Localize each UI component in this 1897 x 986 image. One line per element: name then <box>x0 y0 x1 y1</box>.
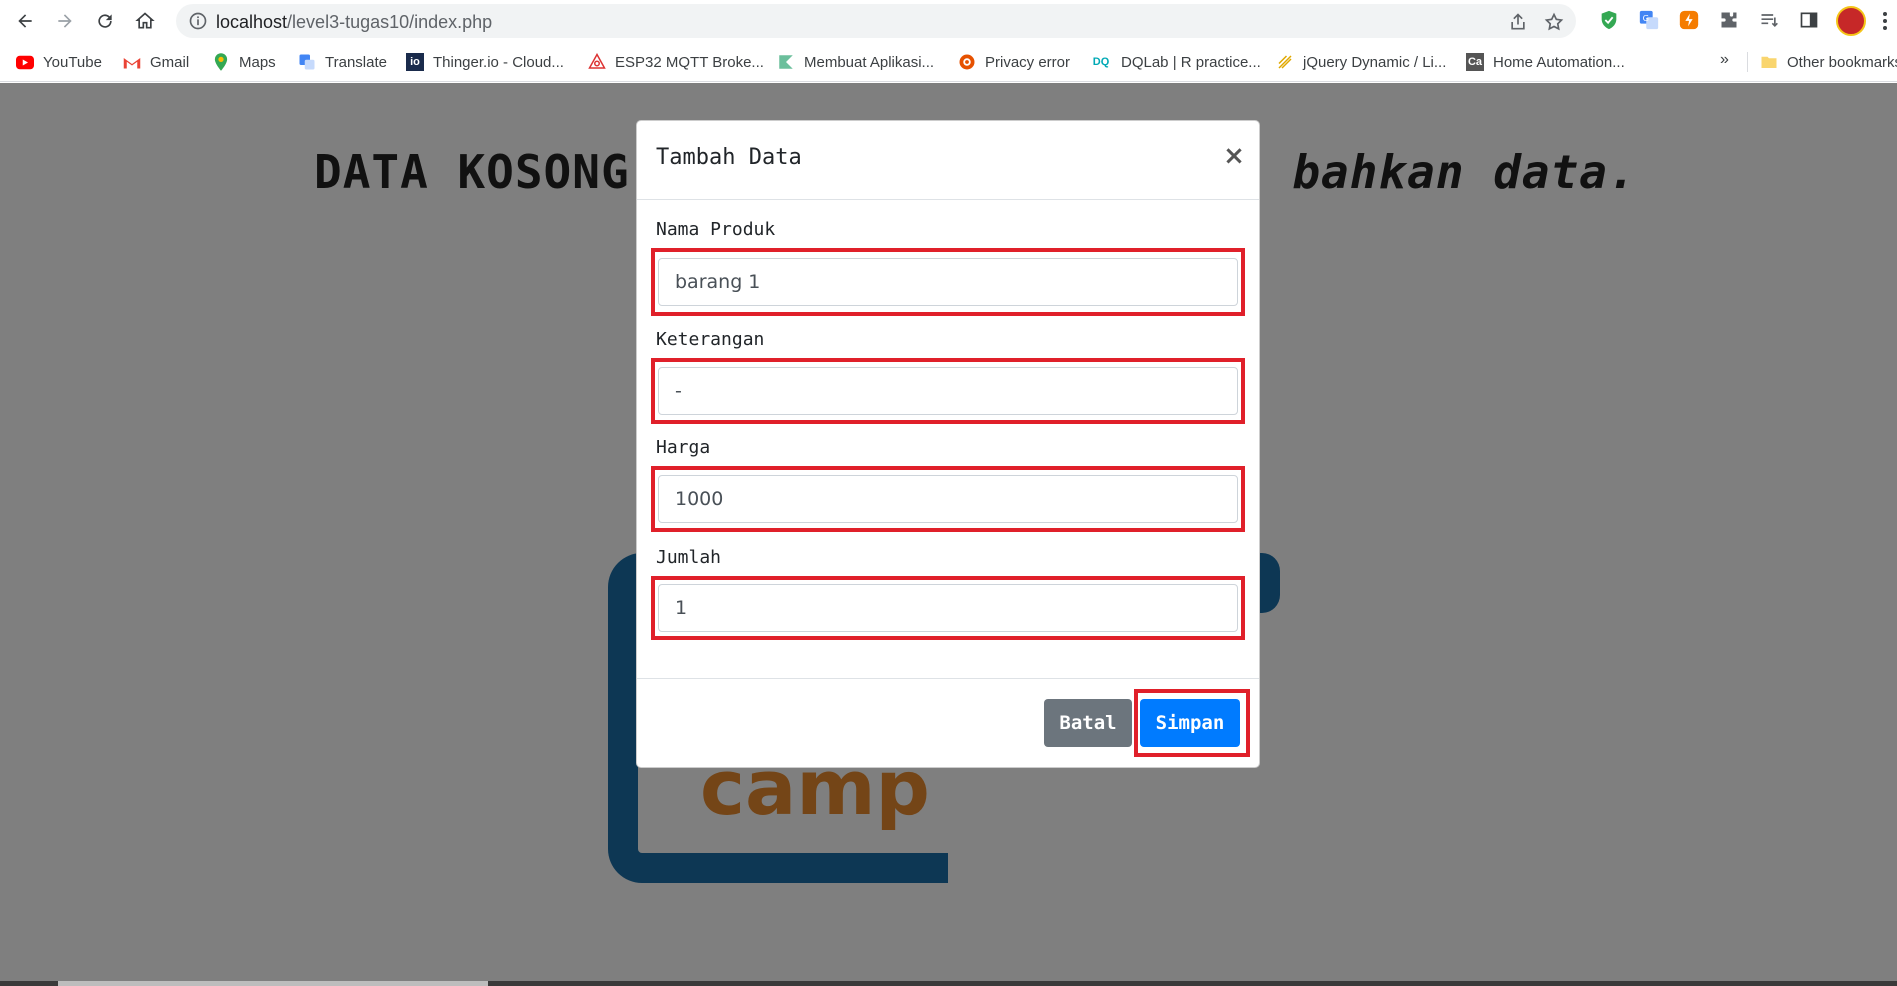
harga-input[interactable]: 1000 <box>658 475 1238 523</box>
keterangan-label: Keterangan <box>656 329 765 350</box>
nama-produk-input[interactable]: barang 1 <box>658 258 1238 306</box>
dqlab-icon: DQ <box>1092 56 1110 68</box>
bookmark-jquery[interactable]: jQuery Dynamic / Li... <box>1276 51 1446 73</box>
browser-toolbar: localhost/level3-tugas10/index.php G <box>0 0 1897 42</box>
bookmark-star-icon[interactable] <box>1544 12 1564 32</box>
nama-produk-label: Nama Produk <box>656 219 776 240</box>
youtube-icon <box>16 53 34 71</box>
other-bookmarks[interactable]: Other bookmarks <box>1760 51 1897 73</box>
reload-icon[interactable] <box>92 8 118 34</box>
folder-icon <box>1760 53 1778 71</box>
bookmark-translate[interactable]: Translate <box>298 51 387 73</box>
privacy-error-icon <box>958 53 976 71</box>
home-automation-icon: Ca <box>1466 53 1484 71</box>
extensions-puzzle-icon[interactable] <box>1718 9 1740 31</box>
site-info-icon[interactable] <box>188 11 208 31</box>
bookmark-gmail[interactable]: Gmail <box>123 51 189 73</box>
jumlah-input[interactable]: 1 <box>658 584 1238 632</box>
bookmark-youtube[interactable]: YouTube <box>16 51 102 73</box>
more-menu-icon[interactable] <box>1880 9 1890 33</box>
back-icon[interactable] <box>12 8 38 34</box>
forward-icon[interactable] <box>52 8 78 34</box>
translate-extension-icon[interactable]: G <box>1638 9 1660 31</box>
modal-footer: Batal Simpan <box>637 678 1259 768</box>
bookmark-maps[interactable]: Maps <box>212 51 276 73</box>
bookmarks-bar: YouTube Gmail Maps Translate io Thinger.i… <box>0 42 1897 82</box>
bookmark-thinger[interactable]: io Thinger.io - Cloud... <box>406 51 564 73</box>
save-button[interactable]: Simpan <box>1140 699 1240 747</box>
translate-icon <box>298 53 316 71</box>
side-panel-icon[interactable] <box>1798 9 1820 31</box>
share-icon[interactable] <box>1508 12 1528 32</box>
mqtt-icon <box>588 53 606 71</box>
svg-text:G: G <box>1643 13 1649 23</box>
kotlin-icon <box>777 53 795 71</box>
add-data-modal: Tambah Data × Nama Produk barang 1 Keter… <box>636 120 1260 768</box>
bookmark-membuat-aplikasi[interactable]: Membuat Aplikasi... <box>777 51 934 73</box>
gmail-icon <box>123 53 141 71</box>
address-bar[interactable]: localhost/level3-tugas10/index.php <box>176 4 1576 38</box>
maps-icon <box>212 53 230 71</box>
bookmark-esp32[interactable]: ESP32 MQTT Broke... <box>588 51 764 73</box>
home-icon[interactable] <box>132 8 158 34</box>
jquery-icon <box>1276 53 1294 71</box>
url-text: localhost/level3-tugas10/index.php <box>216 12 493 32</box>
reading-list-icon[interactable] <box>1758 9 1780 31</box>
bookmarks-overflow-button[interactable]: » <box>1720 51 1729 69</box>
scrollbar-thumb[interactable] <box>58 981 488 986</box>
modal-title: Tambah Data <box>656 145 802 170</box>
bookmarks-divider <box>1747 52 1748 72</box>
harga-label: Harga <box>656 437 711 458</box>
close-icon[interactable]: × <box>1222 141 1246 171</box>
cancel-button[interactable]: Batal <box>1044 699 1132 747</box>
jumlah-label: Jumlah <box>656 547 722 568</box>
bookmark-dqlab[interactable]: DQ DQLab | R practice... <box>1090 51 1261 73</box>
thinger-icon: io <box>406 53 424 71</box>
profile-avatar[interactable] <box>1836 6 1866 36</box>
keterangan-input[interactable]: - <box>658 367 1238 415</box>
bookmark-home-automation[interactable]: Ca Home Automation... <box>1466 51 1625 73</box>
modal-header: Tambah Data × <box>637 121 1259 200</box>
bookmark-privacy-error[interactable]: Privacy error <box>958 51 1070 73</box>
page-content: DATA KOSONG!bahkan data. camp Tambah Dat… <box>0 83 1897 986</box>
shield-extension-icon[interactable] <box>1598 9 1620 31</box>
flash-extension-icon[interactable] <box>1678 9 1700 31</box>
